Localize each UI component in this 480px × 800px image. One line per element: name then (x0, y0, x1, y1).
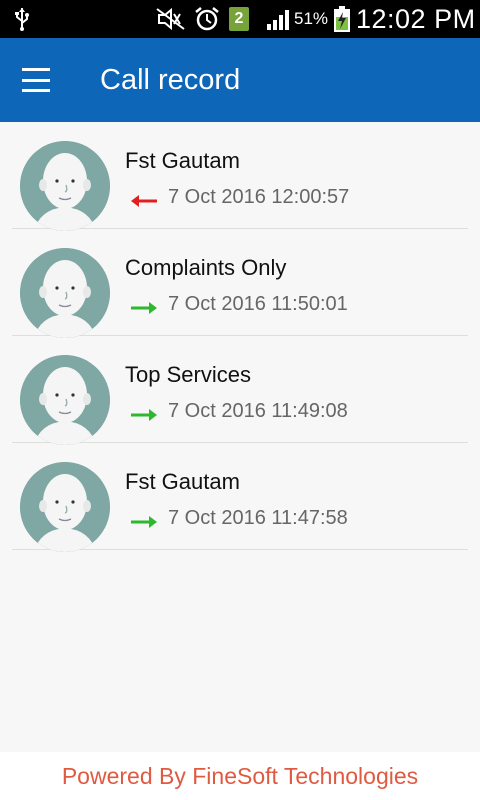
app-bar: Call record (0, 38, 480, 122)
mute-icon (156, 0, 186, 38)
sim-icon: 2 (229, 0, 249, 38)
list-item[interactable]: Top Services 7 Oct 2016 11:49:08 (12, 336, 468, 445)
call-datetime: 7 Oct 2016 12:00:57 (168, 186, 350, 208)
avatar (20, 141, 110, 231)
alarm-icon (194, 0, 220, 38)
list-item[interactable]: Fst Gautam 7 Oct 2016 12:00:57 (12, 122, 468, 231)
outgoing-call-arrow-icon (129, 515, 159, 529)
contact-name: Fst Gautam (125, 469, 240, 494)
avatar (20, 462, 110, 552)
status-bar: 2 51% 12:02 PM (0, 0, 480, 38)
footer-credit: Powered By FineSoft Technologies (61, 762, 419, 789)
contact-name: Fst Gautam (125, 148, 240, 173)
list-item[interactable]: Complaints Only 7 Oct 2016 11:50:01 (12, 229, 468, 338)
call-datetime: 7 Oct 2016 11:47:58 (168, 507, 348, 529)
battery-percent: 51% (294, 9, 329, 28)
contact-name: Complaints Only (125, 255, 287, 280)
sim-badge: 2 (229, 7, 249, 31)
signal-icon (266, 0, 292, 38)
outgoing-call-arrow-icon (129, 408, 159, 422)
avatar (20, 355, 110, 445)
battery-charging-icon (333, 0, 351, 38)
avatar (20, 248, 110, 338)
incoming-call-arrow-icon (129, 194, 159, 208)
list-item[interactable]: Fst Gautam 7 Oct 2016 11:47:58 (12, 443, 468, 552)
call-datetime: 7 Oct 2016 11:49:08 (168, 400, 348, 422)
status-clock: 12:02 PM (356, 3, 476, 34)
hamburger-menu-icon[interactable] (22, 68, 56, 92)
call-datetime: 7 Oct 2016 11:50:01 (168, 293, 348, 315)
contact-name: Top Services (125, 362, 251, 387)
call-list: Fst Gautam 7 Oct 2016 12:00:57 Complaints … (0, 122, 480, 552)
usb-icon (14, 0, 30, 38)
page-title: Call record (100, 64, 241, 96)
outgoing-call-arrow-icon (129, 301, 159, 315)
footer: Powered By FineSoft Technologies (0, 752, 480, 800)
